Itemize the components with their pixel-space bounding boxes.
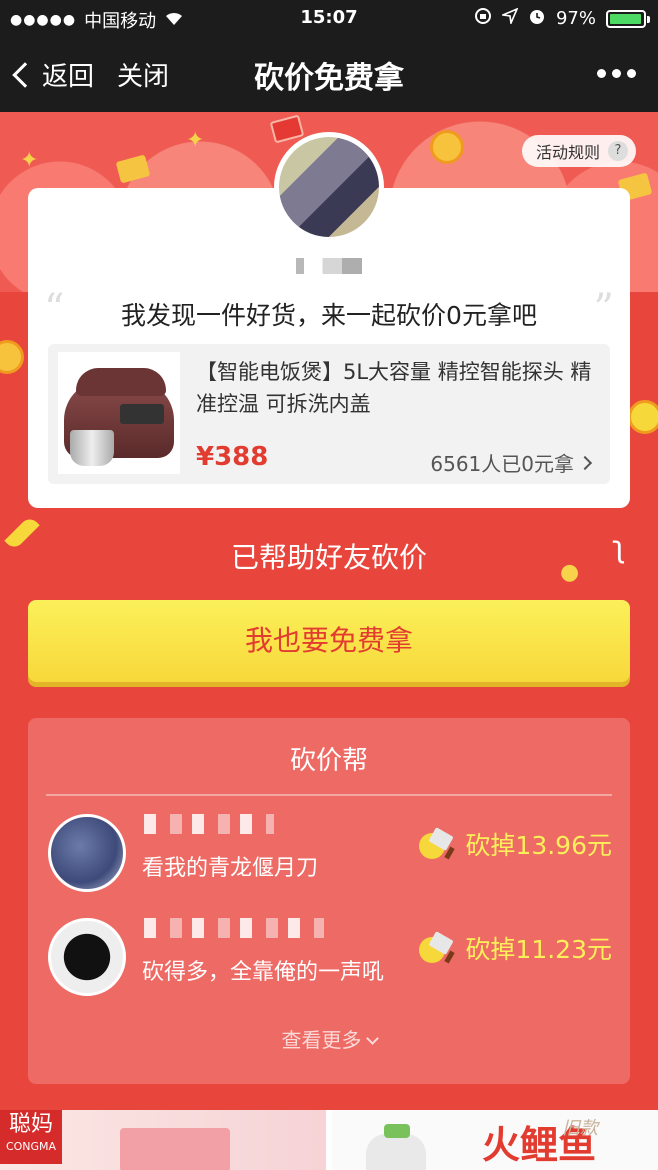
more-options-icon[interactable] [597, 69, 636, 78]
cleaver-icon [419, 827, 457, 860]
brand-logo: 聪妈 CONGMA [0, 1110, 62, 1164]
ad-tag: 旧款 [562, 1118, 598, 1139]
avatar-image [279, 137, 379, 237]
sharer-name-blurred [296, 258, 362, 274]
red-envelope-icon [269, 114, 305, 144]
coin-icon [430, 130, 464, 164]
chevron-down-icon [365, 1032, 379, 1045]
product-image [58, 352, 180, 474]
bottle-cap [384, 1124, 410, 1138]
helper-name-blurred [144, 918, 324, 938]
coin-icon [0, 340, 24, 374]
battery-icon [606, 9, 650, 28]
nav-bar: 返回 关闭 砍价免费拿 [0, 36, 658, 112]
ad-banner-product[interactable]: 火鲤鱼 旧款 [332, 1110, 658, 1170]
inner-pot [70, 430, 114, 466]
cut-amount-label: 砍掉13.96元 [465, 831, 612, 860]
envelope-icon [115, 154, 151, 184]
helper-row: 看我的青龙偃月刀 砍掉13.96元 [46, 814, 612, 914]
sparkle-icon: ✦ [186, 128, 205, 153]
helper-message: 砍得多，全靠俺的一声吼 [142, 960, 385, 985]
rules-label: 活动规则 [535, 143, 600, 162]
brand-logo-sub: CONGMA [5, 1140, 57, 1153]
cooker-panel [120, 404, 164, 424]
cleaver-icon [419, 931, 457, 964]
claimed-count[interactable]: 6561人已0元拿 [430, 448, 593, 477]
battery-fill [610, 13, 642, 24]
cut-amount-label: 砍掉11.23元 [465, 935, 612, 964]
product-card[interactable]: 【智能电饭煲】5L大容量 精控智能探头 精准控温 可拆洗内盖 ¥388 6561… [48, 344, 610, 484]
helped-status: 已帮助好友砍价 [230, 541, 427, 574]
bottle-image [366, 1134, 426, 1170]
helper-row: 砍得多，全靠俺的一声吼 砍掉11.23元 [46, 918, 612, 1018]
alarm-icon [528, 7, 546, 30]
claimed-count-label: 6561人已0元拿 [430, 452, 574, 476]
quote-close-icon: ” [593, 286, 614, 332]
get-free-button[interactable]: 我也要免费拿 [28, 600, 630, 682]
gift-box-image [120, 1128, 230, 1170]
question-icon: ? [608, 141, 628, 161]
page-title: 砍价免费拿 [254, 61, 404, 96]
helper-avatar [48, 918, 126, 996]
helper-name-blurred [144, 814, 274, 834]
cut-amount: 砍掉11.23元 [419, 930, 612, 966]
divider [46, 794, 612, 796]
product-title: 【智能电饭煲】5L大容量 精控智能探头 精准控温 可拆洗内盖 [196, 360, 592, 416]
help-group-title: 砍价帮 [289, 746, 368, 776]
sparkle-icon: ✦ [20, 148, 39, 173]
helper-avatar [48, 814, 126, 892]
cooker-lid [76, 368, 166, 396]
status-bar: ●●●●● 中国移动 15:07 97% [0, 0, 658, 36]
rules-button[interactable]: 活动规则 ? [521, 135, 636, 167]
helper-message: 看我的青龙偃月刀 [142, 856, 319, 881]
cut-amount: 砍掉13.96元 [419, 826, 612, 862]
rotation-lock-icon [474, 7, 492, 30]
product-price: ¥388 [196, 442, 269, 472]
ad-banner-congma[interactable]: 聪妈 CONGMA [0, 1110, 326, 1170]
ad-strip: 聪妈 CONGMA 火鲤鱼 旧款 [0, 1110, 658, 1170]
brand-logo-text: 聪妈 [8, 1112, 53, 1137]
battery-percent: 97% [555, 8, 596, 29]
status-right: 97% [474, 7, 650, 30]
sharer-avatar [274, 132, 384, 242]
see-more-label: 查看更多 [281, 1028, 362, 1052]
share-quote: 我发现一件好货，来一起砍价0元拿吧 [121, 301, 537, 330]
chevron-right-icon [577, 455, 593, 470]
see-more-link[interactable]: 查看更多 [28, 1024, 630, 1053]
coin-icon [628, 400, 658, 434]
location-arrow-icon [500, 7, 519, 29]
help-group: 砍价帮 看我的青龙偃月刀 砍掉13.96元 砍得多，全靠俺的一声吼 砍掉11.2… [28, 718, 630, 1084]
